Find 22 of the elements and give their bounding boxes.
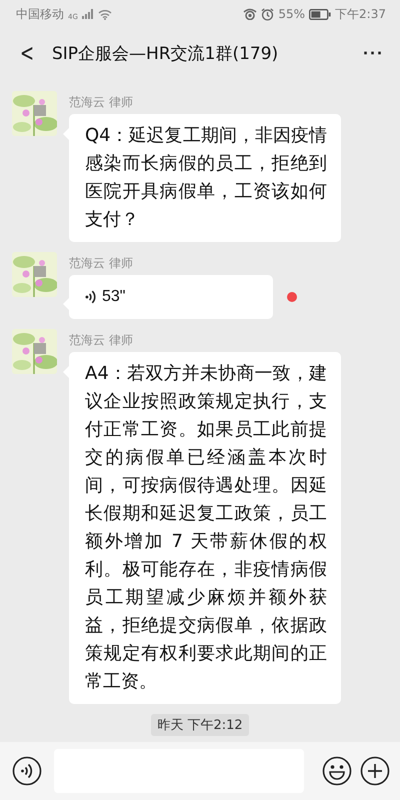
clock-time: 下午2:37 — [335, 6, 386, 22]
carrier-name: 中国移动 — [16, 6, 64, 22]
emoji-icon[interactable] — [322, 756, 352, 786]
wifi-icon — [98, 8, 112, 20]
alarm-icon — [261, 8, 274, 20]
chat-title: SIP企服会—HR交流1群(179) — [52, 42, 280, 64]
sender-name: 范海云 律师 — [69, 255, 133, 272]
eye-icon — [243, 8, 258, 20]
message-bubble: Q4：延迟复工期间，非因疫情感染而长病假的员工，拒绝到医院开具病假单，工资该如何支付？ — [69, 114, 341, 242]
voice-icon[interactable] — [12, 756, 42, 786]
signal-icon — [82, 9, 94, 19]
battery-icon — [309, 8, 332, 20]
battery-percent: 55% — [278, 7, 306, 21]
message-bubble: A4：若双方并未协商一致，建议企业按照政策规定执行，支付正常工资。如果员工此前提交的病假单已经涵盖本次时间，可按病假待遇处理。因延长假期和延迟复工政策，员工额外增加 7 天带薪休假的权利。极可能存在，非疫情病假员工期望减少麻烦并额外获益，拒绝提交病假单，依据政策规定有权利要求此期间的正常工资。 — [69, 352, 341, 704]
timestamp: 昨天 下午2:12 — [151, 714, 249, 736]
back-button[interactable]: < — [16, 39, 38, 67]
voice-message[interactable]: 53" — [69, 275, 273, 319]
sender-name: 范海云 律师 — [69, 94, 133, 111]
more-button[interactable]: ··· — [357, 42, 390, 64]
add-icon[interactable] — [360, 756, 390, 786]
sender-name: 范海云 律师 — [69, 332, 133, 349]
sound-wave-icon — [85, 289, 96, 305]
